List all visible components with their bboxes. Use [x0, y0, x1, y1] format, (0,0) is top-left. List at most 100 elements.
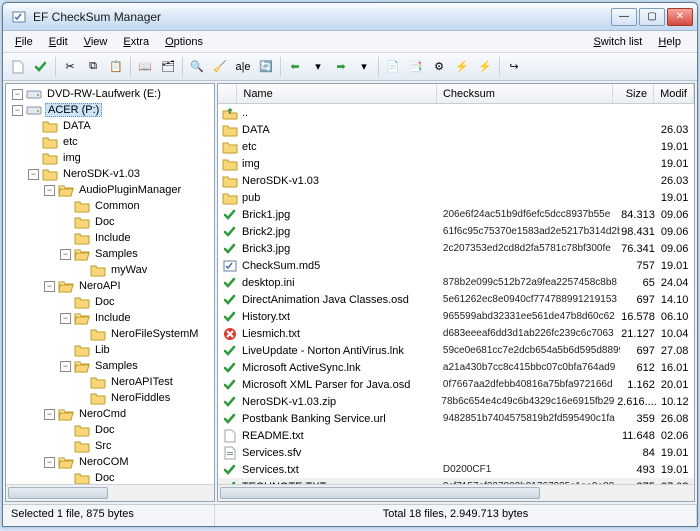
menu-file[interactable]: File: [9, 34, 39, 50]
gear-icon[interactable]: ⚙: [428, 56, 450, 78]
tree-row[interactable]: −NeroCmd: [8, 406, 212, 422]
table-row[interactable]: CheckSum.md575719.01: [218, 257, 694, 274]
paste-icon[interactable]: 📋: [105, 56, 127, 78]
expand-icon[interactable]: −: [60, 249, 71, 260]
tree-row[interactable]: Lib: [8, 342, 212, 358]
list-hscrollbar[interactable]: [218, 484, 694, 501]
table-row[interactable]: DATA26.03: [218, 121, 694, 138]
tree-row[interactable]: −NeroCOM: [8, 454, 212, 470]
tree-row[interactable]: NeroFiddles: [8, 390, 212, 406]
tree-row[interactable]: Doc: [8, 422, 212, 438]
titlebar[interactable]: EF CheckSum Manager — ▢ ✕: [3, 3, 697, 31]
tool2-icon[interactable]: 📑: [405, 56, 427, 78]
refresh-icon[interactable]: 🔄: [255, 56, 277, 78]
tree-row[interactable]: −Samples: [8, 246, 212, 262]
tree-row[interactable]: myWav: [8, 262, 212, 278]
tree-row[interactable]: Common: [8, 198, 212, 214]
maximize-button[interactable]: ▢: [639, 8, 665, 26]
table-row[interactable]: Brick1.jpg206e6f24ac51b9df6efc5dcc8937b5…: [218, 206, 694, 223]
new-icon[interactable]: [7, 56, 29, 78]
book-icon[interactable]: 📖: [134, 56, 156, 78]
menu-edit[interactable]: Edit: [43, 34, 74, 50]
expand-icon[interactable]: −: [44, 457, 55, 468]
tree-row[interactable]: etc: [8, 134, 212, 150]
expand-icon[interactable]: −: [12, 105, 23, 116]
tree-row[interactable]: −NeroAPI: [8, 278, 212, 294]
tree-row[interactable]: Include: [8, 230, 212, 246]
file-list[interactable]: ..DATA26.03etc19.01img19.01NeroSDK-v1.03…: [218, 104, 694, 484]
forward-icon[interactable]: ➡: [330, 56, 352, 78]
options-icon[interactable]: a|e: [232, 56, 254, 78]
tree-row[interactable]: NeroAPITest: [8, 374, 212, 390]
col-icon[interactable]: [218, 84, 237, 103]
back-icon[interactable]: ⬅: [284, 56, 306, 78]
table-row[interactable]: Services.sfv8419.01: [218, 444, 694, 461]
table-row[interactable]: Microsoft ActiveSync.lnka21a430b7cc8c415…: [218, 359, 694, 376]
tree-row[interactable]: −DVD-RW-Laufwerk (E:): [8, 86, 212, 102]
expand-icon[interactable]: −: [28, 169, 39, 180]
table-row[interactable]: Postbank Banking Service.url9482851b7404…: [218, 410, 694, 427]
cell-name: NeroSDK-v1.03: [242, 175, 443, 187]
menu-extra[interactable]: Extra: [117, 34, 155, 50]
close-button[interactable]: ✕: [667, 8, 693, 26]
tree-row[interactable]: Doc: [8, 214, 212, 230]
tree-row[interactable]: NeroFileSystemM: [8, 326, 212, 342]
table-row[interactable]: Brick3.jpg2c207353ed2cd8d2fa5781c78bf300…: [218, 240, 694, 257]
tree-row[interactable]: DATA: [8, 118, 212, 134]
tree-row[interactable]: −Samples: [8, 358, 212, 374]
table-row[interactable]: DirectAnimation Java Classes.osd5e61262e…: [218, 291, 694, 308]
tree-row[interactable]: img: [8, 150, 212, 166]
menu-switch-list[interactable]: Switch list: [587, 34, 648, 50]
table-row[interactable]: desktop.ini878b2e099c512b72a9fea2257458c…: [218, 274, 694, 291]
table-row[interactable]: etc19.01: [218, 138, 694, 155]
tree-row[interactable]: Doc: [8, 294, 212, 310]
expand-icon[interactable]: −: [44, 281, 55, 292]
col-name[interactable]: Name: [237, 84, 437, 103]
copy-icon[interactable]: ⧉: [82, 56, 104, 78]
list-header[interactable]: Name Checksum Size Modif: [218, 84, 694, 104]
tree-row[interactable]: −Include: [8, 310, 212, 326]
tree-row[interactable]: −ACER (P:): [8, 102, 212, 118]
tree-row[interactable]: −AudioPluginManager: [8, 182, 212, 198]
bolt1-icon[interactable]: ⚡: [451, 56, 473, 78]
expand-icon[interactable]: −: [60, 313, 71, 324]
folder-tree[interactable]: −DVD-RW-Laufwerk (E:)−ACER (P:)DATAetcim…: [6, 84, 214, 484]
back-drop-icon[interactable]: ▾: [307, 56, 329, 78]
tool1-icon[interactable]: 📄: [382, 56, 404, 78]
filter-icon[interactable]: 🧹: [209, 56, 231, 78]
expand-icon[interactable]: −: [44, 185, 55, 196]
cards-icon[interactable]: 🗂: [157, 56, 179, 78]
table-row[interactable]: pub19.01: [218, 189, 694, 206]
table-row[interactable]: NeroSDK-v1.03.zip78b6c654e4c49c6b4329c16…: [218, 393, 694, 410]
forward-drop-icon[interactable]: ▾: [353, 56, 375, 78]
tree-row[interactable]: −NeroSDK-v1.03: [8, 166, 212, 182]
verify-icon[interactable]: [30, 56, 52, 78]
table-row[interactable]: img19.01: [218, 155, 694, 172]
exit-icon[interactable]: ↪: [503, 56, 525, 78]
table-row[interactable]: LiveUpdate - Norton AntiVirus.lnk59ce0e6…: [218, 342, 694, 359]
expand-icon[interactable]: −: [44, 409, 55, 420]
col-size[interactable]: Size: [613, 84, 654, 103]
table-row[interactable]: Services.txtD0200CF149319.01: [218, 461, 694, 478]
table-row[interactable]: README.txt11.64802.06: [218, 427, 694, 444]
table-row[interactable]: Brick2.jpg61f6c95c75370e1583ad2e5217b314…: [218, 223, 694, 240]
cut-icon[interactable]: ✂: [59, 56, 81, 78]
table-row[interactable]: Liesmich.txtd683eeeaf6dd3d1ab226fc239c6c…: [218, 325, 694, 342]
tree-row[interactable]: Doc: [8, 470, 212, 484]
table-row[interactable]: Microsoft XML Parser for Java.osd0f7667a…: [218, 376, 694, 393]
bolt2-icon[interactable]: ⚡: [474, 56, 496, 78]
col-modif[interactable]: Modif: [654, 84, 694, 103]
minimize-button[interactable]: —: [611, 8, 637, 26]
menu-help[interactable]: Help: [652, 34, 687, 50]
expand-icon[interactable]: −: [60, 361, 71, 372]
table-row[interactable]: History.txt965599abd32331ee561de47b8d60c…: [218, 308, 694, 325]
table-row[interactable]: ..: [218, 104, 694, 121]
tree-row[interactable]: Src: [8, 438, 212, 454]
menu-view[interactable]: View: [78, 34, 114, 50]
tree-hscrollbar[interactable]: [6, 484, 214, 501]
search-icon[interactable]: 🔍: [186, 56, 208, 78]
menu-options[interactable]: Options: [159, 34, 209, 50]
col-checksum[interactable]: Checksum: [437, 84, 613, 103]
expand-icon[interactable]: −: [12, 89, 23, 100]
table-row[interactable]: NeroSDK-v1.0326.03: [218, 172, 694, 189]
